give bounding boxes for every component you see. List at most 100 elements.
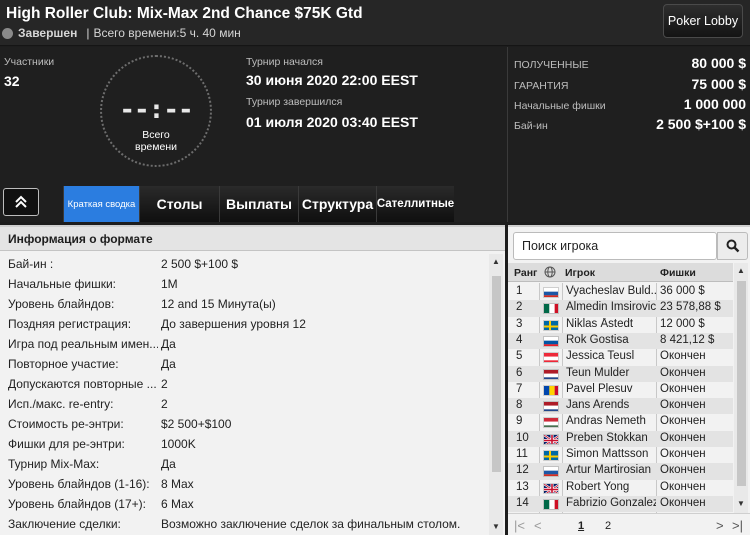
format-info-list: Бай-ин :2 500 $+100 $ Начальные фишки: 1M… bbox=[0, 254, 488, 534]
players-scrollbar[interactable]: ▲ ▼ bbox=[734, 263, 748, 513]
search-icon bbox=[726, 239, 739, 253]
player-chips: Окончен bbox=[660, 350, 706, 363]
col-chips[interactable]: Фишки bbox=[660, 267, 696, 279]
format-row: Заключение сделки: Возможно заключение сд… bbox=[8, 517, 461, 531]
player-name: Vyacheslav Buld.. bbox=[566, 285, 656, 297]
player-chips: Окончен bbox=[660, 496, 706, 509]
player-name: Jessica Teusl bbox=[566, 350, 635, 363]
player-rank: 13 bbox=[516, 480, 529, 493]
search-button[interactable] bbox=[717, 232, 748, 260]
format-row: Уровень блайндов (1-16): 8 Max bbox=[8, 477, 194, 491]
player-rank: 1 bbox=[516, 285, 523, 297]
pagination: |< < 1 2 > >| bbox=[508, 513, 750, 535]
collapse-button[interactable] bbox=[3, 188, 39, 216]
total-time: Всего времени:5 ч. 40 мин bbox=[93, 26, 241, 40]
stat-received: ПОЛУЧЕННЫЕ 80 000 $ bbox=[514, 55, 746, 71]
first-page-icon[interactable]: |< bbox=[514, 518, 525, 533]
player-chips: Окончен bbox=[660, 448, 706, 460]
status-line: Завершен | Всего времени:5 ч. 40 мин bbox=[2, 26, 241, 40]
player-chips: Окончен bbox=[660, 464, 706, 477]
scroll-up-arrow-icon[interactable]: ▲ bbox=[491, 257, 501, 266]
player-row[interactable]: 8 Jans Arends Окончен bbox=[508, 398, 733, 415]
page-2-link[interactable]: 2 bbox=[605, 520, 611, 532]
format-row: Стоимость ре-энтри: $2 500+$100 bbox=[8, 417, 232, 431]
ended-value: 01 июля 2020 03:40 EEST bbox=[246, 114, 418, 130]
player-row[interactable]: 5 Jessica Teusl Окончен bbox=[508, 349, 733, 365]
tournament-title: High Roller Club: Mix-Max 2nd Chance $75… bbox=[6, 5, 363, 22]
format-row: Поздняя регистрация: До завершения уровня… bbox=[8, 317, 306, 331]
format-row: Уровень блайндов: 12 and 15 Минута(ы) bbox=[8, 297, 276, 311]
players-panel: Ранг Игрок Фишки 1 Vyacheslav Buld.. 36 00… bbox=[508, 225, 750, 535]
player-rank: 3 bbox=[516, 317, 523, 330]
clock-digits: --:-- bbox=[119, 95, 193, 125]
player-name: Fabrizio Gonzalez bbox=[566, 496, 656, 509]
stat-starting-chips: Начальные фишки 1 000 000 bbox=[514, 96, 746, 112]
tab-structure[interactable]: Структура bbox=[298, 186, 376, 222]
flag-nl-icon bbox=[543, 368, 559, 380]
player-name: Artur Martirosian bbox=[566, 464, 651, 477]
format-info-title: Информация о формате bbox=[0, 227, 505, 251]
participants-value: 32 bbox=[4, 73, 20, 89]
player-search-input[interactable] bbox=[513, 232, 717, 260]
flag-gb-icon bbox=[543, 482, 559, 494]
col-rank[interactable]: Ранг bbox=[514, 267, 537, 279]
next-page-icon[interactable]: > bbox=[716, 518, 724, 533]
flag-at-icon bbox=[543, 352, 559, 364]
tab-tables[interactable]: Столы bbox=[139, 186, 219, 222]
player-chips: Окончен bbox=[660, 399, 706, 412]
format-info-panel: Информация о формате Бай-ин :2 500 $+100… bbox=[0, 225, 505, 535]
prev-page-icon[interactable]: < bbox=[534, 518, 542, 533]
players-table-header: Ранг Игрок Фишки bbox=[508, 263, 733, 282]
clock-label-line-1: Всего bbox=[142, 129, 170, 141]
poker-lobby-button[interactable]: Poker Lobby bbox=[663, 4, 743, 38]
globe-icon[interactable] bbox=[544, 266, 556, 281]
player-row[interactable]: 12 Artur Martirosian Окончен bbox=[508, 463, 733, 480]
player-rank: 14 bbox=[516, 496, 529, 509]
player-name: Robert Yong bbox=[566, 480, 630, 493]
col-player[interactable]: Игрок bbox=[565, 267, 595, 279]
scroll-up-arrow-icon[interactable]: ▲ bbox=[736, 266, 746, 275]
flag-nl-icon bbox=[543, 401, 559, 413]
player-rank: 11 bbox=[516, 448, 528, 460]
player-row[interactable]: 4 Rok Gostisa 8 421,12 $ bbox=[508, 332, 733, 350]
flag-mx-icon bbox=[543, 498, 559, 510]
player-row[interactable]: 1 Vyacheslav Buld.. 36 000 $ bbox=[508, 284, 733, 300]
flag-si-icon bbox=[543, 335, 559, 347]
player-name: Preben Stokkan bbox=[566, 431, 648, 444]
tab-summary[interactable]: Краткая сводка bbox=[63, 186, 139, 222]
format-scrollbar[interactable]: ▲ ▼ bbox=[489, 254, 503, 535]
clock-label-line-2: времени bbox=[135, 141, 177, 153]
participants-label: Участники bbox=[4, 56, 55, 68]
player-row[interactable]: 9 Andras Nemeth Окончен bbox=[508, 414, 733, 430]
player-row[interactable]: 7 Pavel Plesuv Окончен bbox=[508, 382, 733, 398]
player-name: Teun Mulder bbox=[566, 366, 630, 379]
stat-guarantee: ГАРАНТИЯ 75 000 $ bbox=[514, 76, 746, 92]
tab-payouts[interactable]: Выплаты bbox=[219, 186, 298, 222]
format-row: Уровень блайндов (17+): 6 Max bbox=[8, 497, 194, 511]
player-name: Andras Nemeth bbox=[566, 415, 646, 428]
scroll-down-arrow-icon[interactable]: ▼ bbox=[736, 499, 746, 508]
player-rank: 12 bbox=[516, 464, 529, 477]
format-row: Бай-ин :2 500 $+100 $ bbox=[8, 257, 239, 271]
player-rank: 8 bbox=[516, 399, 523, 412]
player-chips: Окончен bbox=[660, 415, 706, 428]
started-label: Турнир начался bbox=[246, 56, 323, 68]
player-name: Rok Gostisa bbox=[566, 333, 629, 346]
player-row[interactable]: 3 Niklas Åstedt 12 000 $ bbox=[508, 317, 733, 333]
scroll-down-arrow-icon[interactable]: ▼ bbox=[491, 522, 501, 531]
player-row[interactable]: 13 Robert Yong Окончен bbox=[508, 480, 733, 496]
player-row[interactable]: 11 Simon Mattsson Окончен bbox=[508, 447, 733, 463]
player-row[interactable]: 2 Almedin Imsirovic 23 578,88 $ bbox=[508, 300, 733, 317]
format-scroll-thumb[interactable] bbox=[492, 276, 501, 472]
player-row[interactable]: 6 Teun Mulder Окончен bbox=[508, 365, 733, 382]
player-row[interactable]: 14 Fabrizio Gonzalez Окончен bbox=[508, 495, 733, 513]
format-row: Допускаются повторные ... 2 bbox=[8, 377, 168, 391]
players-scroll-thumb[interactable] bbox=[737, 281, 746, 486]
player-row[interactable]: 10 Preben Stokkan Окончен bbox=[508, 430, 733, 447]
page-1-link[interactable]: 1 bbox=[578, 520, 584, 532]
header: High Roller Club: Mix-Max 2nd Chance $75… bbox=[0, 0, 750, 46]
tab-satellites[interactable]: Сателлитные bbox=[376, 186, 454, 222]
player-chips: 23 578,88 $ bbox=[660, 301, 721, 314]
last-page-icon[interactable]: >| bbox=[732, 518, 743, 533]
clock-label: Всего времени bbox=[102, 129, 210, 153]
